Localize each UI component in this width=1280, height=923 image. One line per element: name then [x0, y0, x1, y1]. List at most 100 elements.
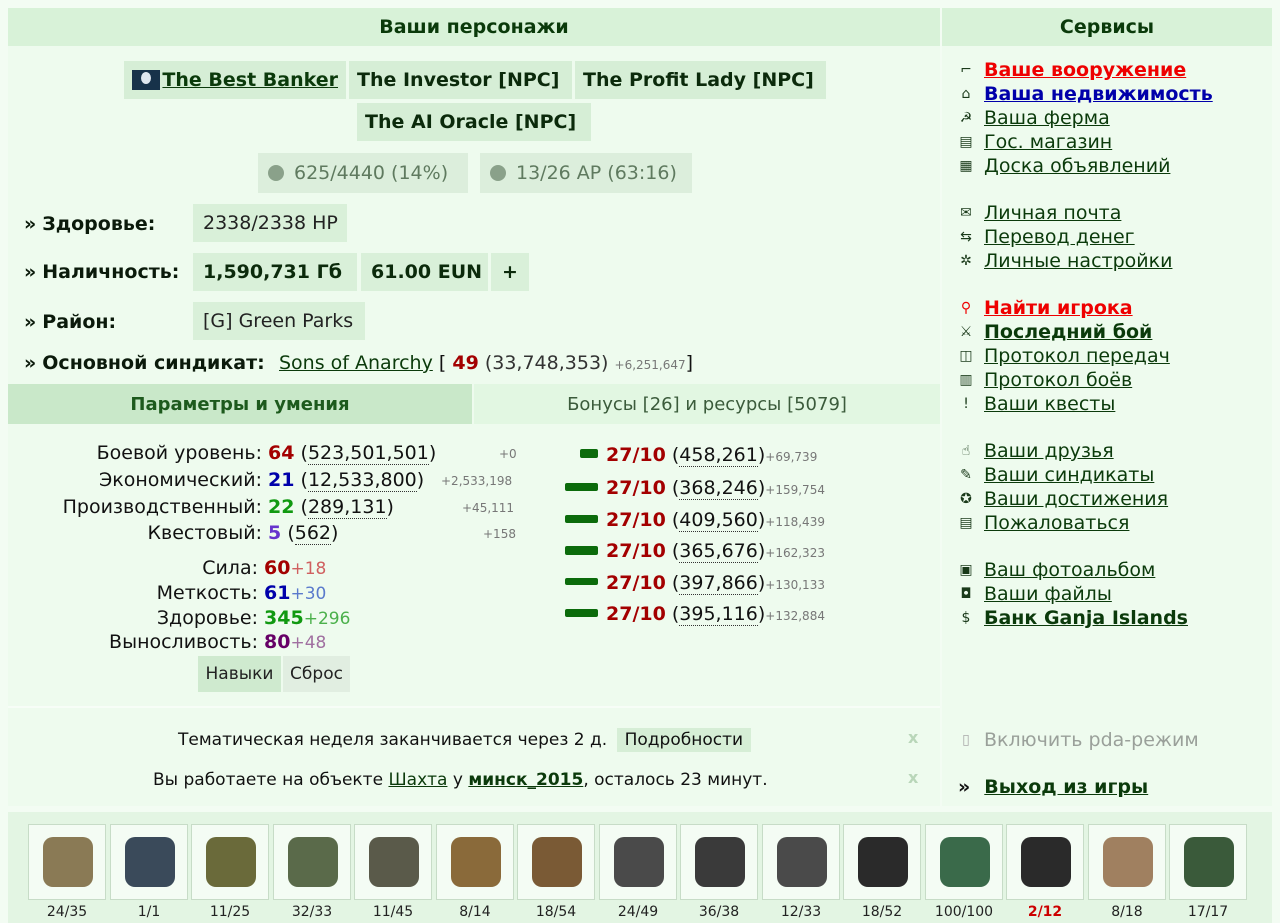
files-icon: ◘: [960, 586, 972, 602]
inventory-slot-vest[interactable]: [354, 824, 432, 900]
inventory-count: 36/38: [698, 904, 740, 920]
pistol-icon: [580, 449, 598, 458]
service-item[interactable]: ▣ Ваш фотоальбом: [958, 559, 1155, 581]
inventory-slot-beer-mug[interactable]: [1088, 824, 1166, 900]
character-avatar-icon: [132, 70, 161, 90]
theme-week-notice: Тематическая неделя заканчивается через …: [178, 728, 752, 752]
complaint-icon: ▤: [959, 515, 973, 531]
inventory-slot-barbell[interactable]: [680, 824, 758, 900]
battle-log-icon: ▥: [959, 372, 973, 388]
close-icon[interactable]: x: [908, 768, 918, 787]
inventory-slot-camera[interactable]: [1006, 824, 1084, 900]
reset-button[interactable]: Сброс: [283, 656, 350, 692]
inventory-slot-gps[interactable]: [1169, 824, 1247, 900]
inventory-slot-mine[interactable]: [110, 824, 188, 900]
level-delta: +158: [483, 527, 516, 541]
battle-icon: ⚔: [959, 324, 973, 340]
tab-params[interactable]: Параметры и умения: [8, 384, 472, 424]
health-value: 2338/2338 HP: [193, 204, 347, 242]
inventory-count: 32/33: [291, 904, 333, 920]
inventory-slot-device[interactable]: [925, 824, 1003, 900]
ap-value: 13/26 AP (63:16): [516, 162, 677, 184]
experience-value: 625/4440 (14%): [294, 162, 449, 184]
work-owner-link[interactable]: минск_2015: [468, 770, 583, 790]
assault-rifle-icon: [565, 515, 598, 523]
logout-link[interactable]: Выход из игры: [984, 776, 1148, 798]
shotgun-icon: [565, 578, 598, 585]
service-item[interactable]: ☭ Ваша ферма: [958, 107, 1110, 129]
service-item[interactable]: ▤ Пожаловаться: [958, 512, 1129, 534]
divider: [8, 706, 940, 708]
syndicate-points: (33,748,353): [484, 352, 609, 374]
service-item[interactable]: ✉ Личная почта: [958, 202, 1121, 224]
service-item[interactable]: ✲ Личные настройки: [958, 250, 1172, 272]
ap-pill: 13/26 AP (63:16): [480, 153, 692, 193]
quest-icon: !: [963, 396, 969, 412]
inventory-slot-belt[interactable]: [191, 824, 269, 900]
mine-icon: [125, 837, 175, 887]
inventory-slot-wristband[interactable]: [762, 824, 840, 900]
skills-button[interactable]: Навыки: [198, 656, 281, 692]
pda-mode-toggle[interactable]: ▯ Включить pda-режим: [958, 729, 1199, 751]
work-object-link[interactable]: Шахта: [388, 770, 447, 790]
syndicate-link[interactable]: Sons of Anarchy: [279, 352, 433, 374]
character-tab[interactable]: The Profit Lady [NPC]: [575, 61, 826, 99]
transfer-log-icon: ◫: [959, 348, 973, 364]
service-item[interactable]: ◫ Протокол передач: [958, 345, 1169, 367]
settings-icon: ✲: [960, 253, 972, 269]
service-item[interactable]: ▥ Протокол боёв: [958, 369, 1132, 391]
eun-value: 61.00 EUN: [361, 253, 488, 291]
character-link[interactable]: The Best Banker: [162, 69, 338, 91]
service-item[interactable]: ✎ Ваши синдикаты: [958, 464, 1154, 486]
inventory-slot-vehicle[interactable]: [599, 824, 677, 900]
details-link[interactable]: Подробности: [616, 728, 752, 752]
inventory-count: 18/54: [535, 904, 577, 920]
machine-gun-icon: [565, 546, 598, 555]
character-tab-active[interactable]: The Best Banker: [124, 61, 346, 99]
tab-bonuses[interactable]: Бонусы [26] и ресурсы [5079]: [474, 384, 940, 424]
inventory-slot-helmet[interactable]: [273, 824, 351, 900]
inventory-count: 11/45: [372, 904, 414, 920]
inventory-count: 18/52: [861, 904, 903, 920]
service-item[interactable]: ⇆ Перевод денег: [958, 226, 1135, 248]
inventory-slot-ghillie-suit[interactable]: [436, 824, 514, 900]
sniper-rifle-icon: [43, 837, 93, 887]
service-item[interactable]: $ Банк Ganja Islands: [958, 607, 1188, 629]
syndicate-info: Sons of Anarchy [ 49 (33,748,353) +6,251…: [279, 352, 694, 374]
inventory-slot-night-vision[interactable]: [843, 824, 921, 900]
service-item[interactable]: ⌐ Ваше вооружение: [958, 59, 1186, 81]
service-item[interactable]: ⚲ Найти игрока: [958, 297, 1133, 319]
level-delta: +2,533,198: [441, 474, 513, 488]
ghillie-suit-icon: [451, 837, 501, 887]
night-vision-icon: [858, 837, 908, 887]
service-item[interactable]: ▦ Доска объявлений: [958, 155, 1170, 177]
service-item[interactable]: ⌂ Ваша недвижимость: [958, 83, 1213, 105]
photo-icon: ▣: [959, 562, 973, 578]
service-item[interactable]: ◘ Ваши файлы: [958, 583, 1111, 605]
achievements-icon: ✪: [960, 491, 972, 507]
service-item[interactable]: ✪ Ваши достижения: [958, 488, 1168, 510]
close-icon[interactable]: x: [908, 728, 918, 747]
attribute-row: Здоровье: 345+296: [156, 607, 351, 629]
district-value: [G] Green Parks: [193, 302, 365, 340]
add-eun-button[interactable]: +: [491, 253, 529, 291]
character-tab[interactable]: The AI Oracle [NPC]: [357, 103, 591, 141]
service-item[interactable]: ▤ Гос. магазин: [958, 131, 1112, 153]
district-label: » Район:: [24, 311, 117, 333]
cash-label: » Наличность:: [24, 261, 180, 283]
vest-icon: [369, 837, 419, 887]
characters-panel: [8, 46, 940, 806]
weapon-skill-row: 27/10 (409,560)+118,439: [606, 509, 825, 532]
service-item[interactable]: ⚔ Последний бой: [958, 321, 1153, 343]
phone-icon: ▯: [962, 732, 970, 748]
inventory-count: 8/14: [459, 904, 491, 920]
service-item[interactable]: ! Ваши квесты: [958, 393, 1115, 415]
weapon-skill-row: 27/10 (368,246)+159,754: [606, 477, 825, 500]
experience-pill: 625/4440 (14%): [258, 153, 468, 193]
character-tab[interactable]: The Investor [NPC]: [349, 61, 572, 99]
inventory-slot-sniper-rifle[interactable]: [28, 824, 106, 900]
service-item[interactable]: ☝ Ваши друзья: [958, 440, 1114, 462]
inventory-slot-boots[interactable]: [517, 824, 595, 900]
work-notice: Вы работаете на объекте Шахта у минск_20…: [153, 770, 768, 790]
inventory-count: 2/12: [1027, 904, 1063, 920]
